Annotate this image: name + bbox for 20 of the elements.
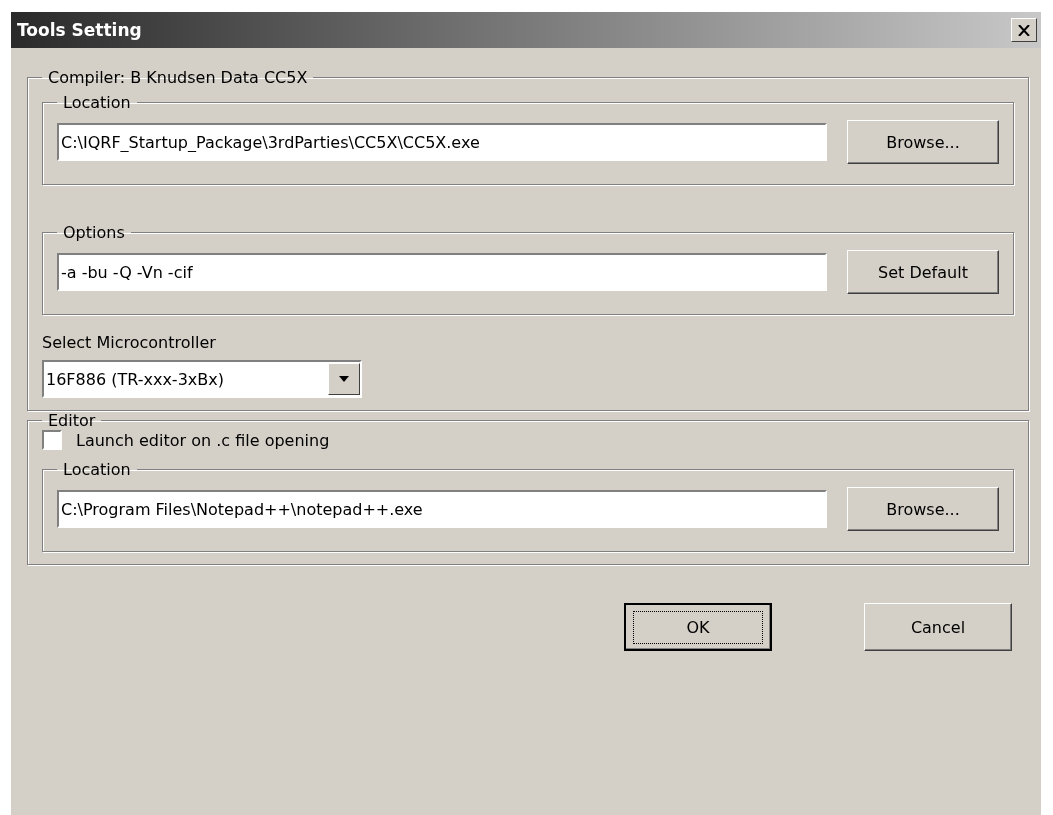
ok-button[interactable]: OK xyxy=(624,603,772,651)
group-legend: Options xyxy=(57,223,131,242)
path-field[interactable]: -a -bu -Q -Vn -cif xyxy=(57,253,827,291)
close-button[interactable] xyxy=(1011,18,1037,42)
path-field[interactable]: C:\Program Files\Notepad++\notepad++.exe xyxy=(57,490,827,528)
action-button[interactable]: Set Default xyxy=(847,250,999,294)
group-legend: Compiler: B Knudsen Data CC5X xyxy=(42,68,314,87)
group-legend: Editor xyxy=(42,411,102,430)
field-label: Select Microcontroller xyxy=(42,333,217,352)
window-title: Tools Setting xyxy=(17,20,142,40)
group-legend: Location xyxy=(57,460,137,479)
close-icon xyxy=(1018,24,1030,36)
action-button[interactable]: Browse... xyxy=(847,487,999,531)
microcontroller-dropdown[interactable]: 16F886 (TR-xxx-3xBx) xyxy=(42,360,362,398)
group-legend: Location xyxy=(57,93,137,112)
checkbox[interactable] xyxy=(42,430,62,450)
path-field[interactable]: C:\IQRF_Startup_Package\3rdParties\CC5X\CC5X.exe xyxy=(57,123,827,161)
checkbox-label: Launch editor on .c file opening xyxy=(76,430,330,450)
action-button[interactable]: Browse... xyxy=(847,120,999,164)
cancel-button[interactable]: Cancel xyxy=(864,603,1012,651)
